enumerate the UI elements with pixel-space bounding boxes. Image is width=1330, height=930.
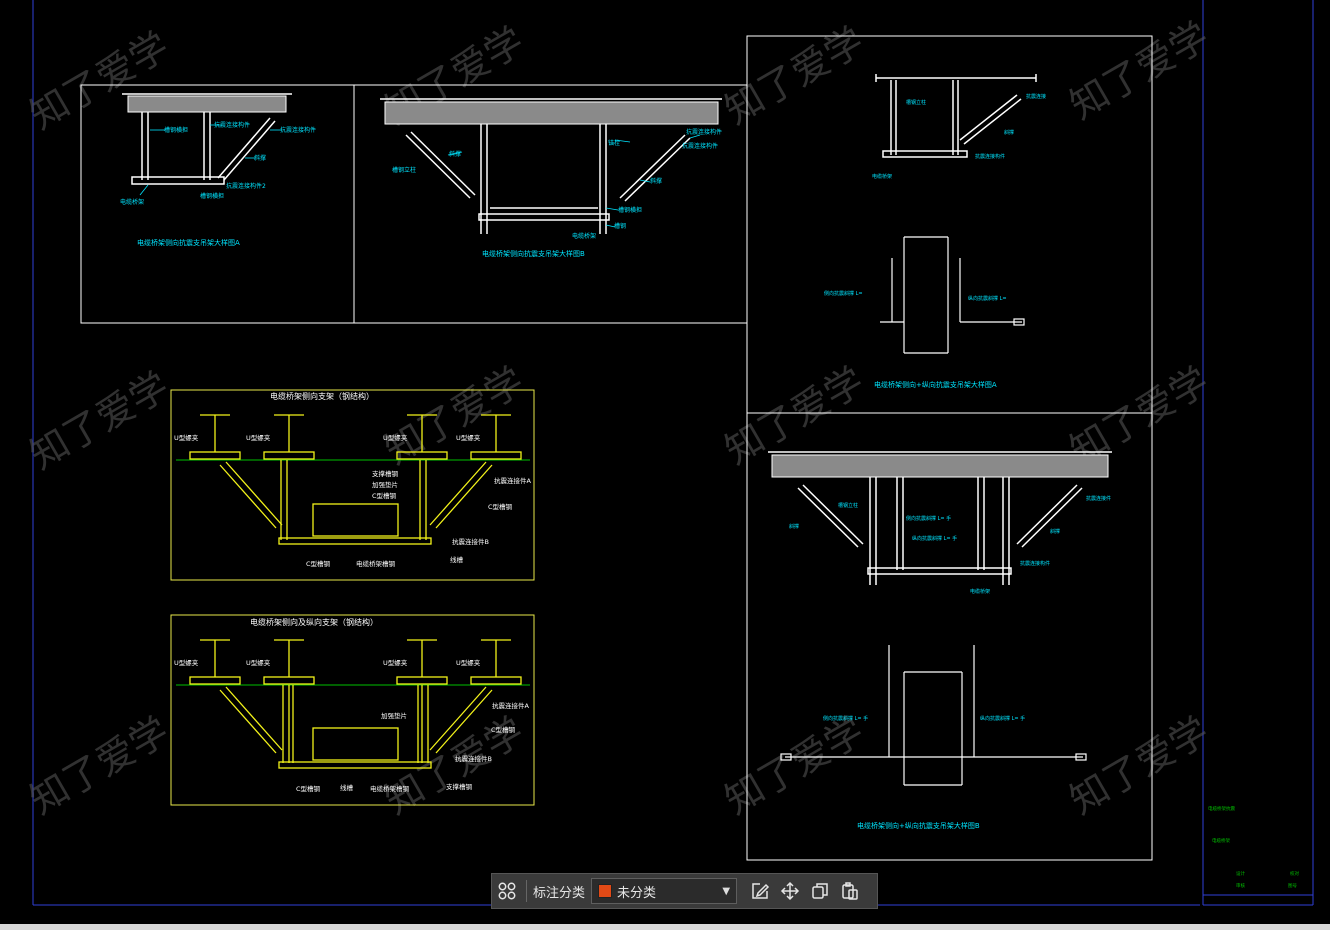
titleblock-text: 设计	[1236, 870, 1245, 877]
detail-d-label: 纵向抗震斜撑 L= 手	[980, 715, 1025, 722]
watermark-text: 知了爱学	[718, 709, 872, 823]
detail-d-label: 电缆桥架	[970, 588, 990, 595]
detail-c-label: 槽钢立柱	[906, 99, 926, 106]
detail-c-label: 抗震连接	[1026, 93, 1046, 100]
watermark-text: 知了爱学	[1063, 14, 1217, 128]
detail-b-drawing	[380, 98, 722, 234]
detail-c-label: 侧向抗震斜撑 L=	[824, 290, 863, 297]
detail-e-label: C型槽钢	[372, 491, 397, 500]
detail-b-label: 锚栓	[608, 139, 620, 147]
detail-e-label: U型螺夹	[246, 433, 271, 442]
detail-e-title: 电缆桥架侧向支架（钢结构）	[270, 391, 374, 401]
detail-f-label: C型槽钢	[296, 784, 321, 793]
titleblock-text: 校对	[1290, 870, 1299, 877]
detail-c-caption: 电缆桥架侧向+纵向抗震支吊架大样图A	[874, 380, 997, 389]
copy-icon[interactable]	[805, 876, 835, 906]
titleblock-text: 电缆桥架	[1212, 837, 1230, 844]
detail-c-label: 斜撑	[1004, 129, 1014, 136]
titleblock-text: 图号	[1288, 883, 1297, 889]
detail-c-drawing	[875, 74, 1037, 158]
detail-f-title: 电缆桥架侧向及纵向支架（钢结构）	[250, 617, 378, 627]
watermark-text: 知了爱学	[1063, 709, 1217, 823]
detail-e-label: U型螺夹	[383, 433, 408, 442]
detail-a-caption: 电缆桥架侧向抗震支吊架大样图A	[137, 238, 240, 247]
detail-d-label: 纵向抗震斜撑 L= 手	[912, 535, 957, 542]
watermark-text: 知了爱学	[23, 364, 177, 478]
detail-e-label: U型螺夹	[174, 433, 199, 442]
grid-icon[interactable]	[492, 876, 522, 906]
detail-d-label: 斜撑	[1050, 528, 1060, 535]
detail-f-label: U型螺夹	[456, 658, 481, 667]
detail-f-label: 支撑槽钢	[446, 782, 473, 791]
detail-d-caption: 电缆桥架侧向+纵向抗震支吊架大样图B	[857, 821, 980, 830]
detail-b-label: 槽钢横担	[618, 206, 642, 214]
detail-f-label: 抗震连接件B	[455, 754, 492, 763]
category-dropdown[interactable]: 未分类 ▼	[591, 878, 738, 904]
detail-b-label: 槽钢立柱	[392, 166, 416, 174]
watermark-text: 知了爱学	[23, 24, 177, 138]
dropdown-arrow-icon: ▼	[722, 885, 731, 897]
titleblock-text: 审核	[1236, 882, 1245, 889]
detail-c-label: 抗震连接构件	[975, 153, 1005, 160]
detail-e-label: 抗震连接件B	[452, 537, 489, 546]
detail-b-label: 抗震连接构件	[686, 128, 722, 136]
detail-b-caption: 电缆桥架侧向抗震支吊架大样图B	[482, 249, 585, 258]
toolbar-divider	[526, 880, 527, 902]
detail-b-label: 槽钢	[614, 222, 626, 230]
detail-a-label: 抗震连接构件2	[226, 182, 266, 190]
titleblock-text: 电缆桥架抗震	[1208, 805, 1235, 812]
detail-a-drawing	[122, 93, 292, 196]
detail-d-label: 槽钢立柱	[838, 502, 858, 509]
detail-b-label: 电缆桥架	[572, 232, 596, 240]
category-label: 标注分类	[533, 885, 586, 901]
detail-c-label: 纵向抗震斜撑 L=	[968, 295, 1007, 302]
paste-icon[interactable]	[835, 876, 865, 906]
category-color-swatch	[598, 884, 613, 898]
detail-b-label: 斜撑	[650, 177, 662, 185]
detail-f-label: U型螺夹	[174, 658, 199, 667]
watermark-text: 知了爱学	[378, 359, 532, 473]
detail-d-label: 抗震连接件	[1086, 495, 1111, 502]
detail-a-label: 槽钢横担	[200, 192, 224, 200]
detail-a-label: 抗震连接构件	[214, 121, 250, 129]
detail-e-label: 线槽	[450, 555, 464, 564]
detail-b-label: 斜撑	[449, 150, 461, 158]
detail-f-label: U型螺夹	[383, 658, 408, 667]
detail-f-label: U型螺夹	[246, 658, 271, 667]
detail-f-label: C型槽钢	[491, 725, 516, 734]
detail-a-label: 抗震连接构件	[280, 126, 316, 134]
cad-drawing-canvas[interactable]: 知了爱学 知了爱学 知了爱学 知了爱学 知了爱学 知了爱学 知了爱学 知了爱学 …	[0, 0, 1330, 930]
detail-e-label: 加强垫片	[372, 480, 398, 489]
detail-e-label: 抗震连接件A	[494, 476, 532, 485]
status-strip	[0, 924, 1330, 930]
category-value: 未分类	[617, 885, 657, 901]
detail-f-label: 抗震连接件A	[492, 701, 530, 710]
watermarks: 知了爱学 知了爱学 知了爱学 知了爱学 知了爱学 知了爱学 知了爱学 知了爱学 …	[23, 14, 1217, 823]
detail-b-label: 抗震连接构件	[682, 142, 718, 150]
detail-f-label: 电缆桥架槽钢	[370, 784, 410, 793]
edit-icon[interactable]	[745, 876, 775, 906]
detail-d-label: 斜撑	[789, 523, 799, 530]
detail-f-label: 加强垫片	[381, 711, 407, 720]
detail-e-label: C型槽钢	[306, 559, 331, 568]
detail-c-plan	[880, 236, 1025, 354]
annotation-toolbar: 标注分类 未分类 ▼	[491, 873, 878, 909]
detail-a-label: 槽钢横担	[164, 126, 188, 134]
move-icon[interactable]	[775, 876, 805, 906]
detail-f-label: 线槽	[340, 783, 354, 792]
detail-e-label: 支撑槽钢	[372, 469, 399, 478]
detail-c-label: 电缆桥架	[872, 173, 892, 180]
detail-e-label: C型槽钢	[488, 502, 513, 511]
watermark-text: 知了爱学	[23, 709, 177, 823]
detail-a-label: 电缆桥架	[120, 198, 144, 206]
detail-d-label: 抗震连接构件	[1020, 560, 1050, 567]
detail-e-label: U型螺夹	[456, 433, 481, 442]
detail-d-label: 侧向抗震斜撑 L= 手	[906, 515, 951, 522]
detail-e-label: 电缆桥架槽钢	[356, 559, 396, 568]
detail-a-label: 斜撑	[254, 154, 266, 162]
detail-d-label: 侧向抗震斜撑 L= 手	[823, 715, 868, 722]
